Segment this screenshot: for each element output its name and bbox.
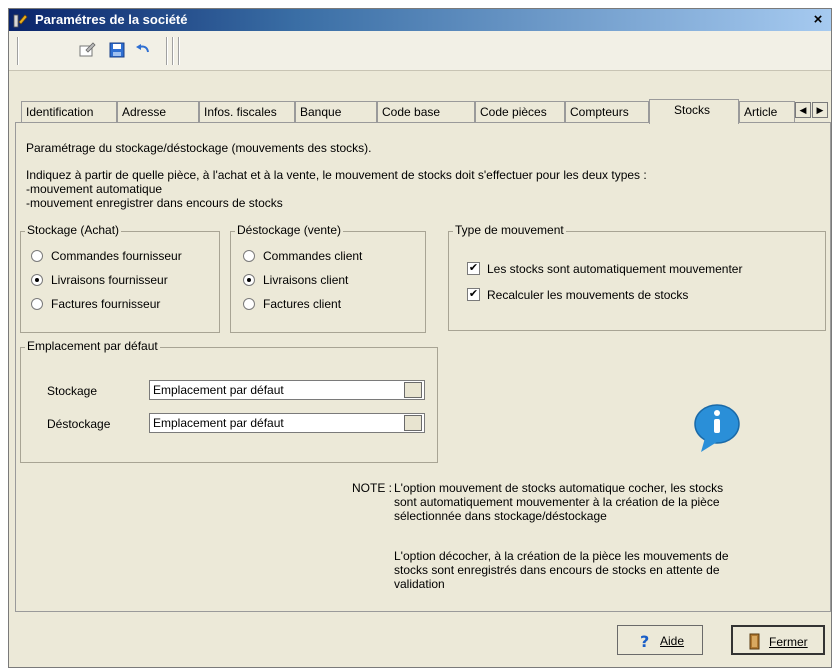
radio-factures-client[interactable] [243,298,255,310]
note-line: sont automatiquement mouvementer à la cr… [394,495,720,509]
radio-commandes-fournisseur[interactable] [31,250,43,262]
radio-label: Commandes fournisseur [51,249,182,263]
stockage-label: Stockage [47,384,98,398]
instruction-text: -mouvement automatique [26,182,163,196]
radio-label: Livraisons client [263,273,349,287]
tab-scroll-left-icon[interactable]: ◀ [795,102,811,118]
radio-factures-fournisseur[interactable] [31,298,43,310]
radio-livraisons-fournisseur[interactable] [31,274,43,286]
tab-code-base[interactable]: Code base [377,101,475,123]
note-line: L'option mouvement de stocks automatique… [394,481,724,495]
tab-adresse[interactable]: Adresse [117,101,199,123]
type-mouvement-group: Type de mouvement ✔ Les stocks sont auto… [448,223,826,331]
toolbar-separator [178,37,180,65]
close-dialog-button[interactable]: Fermer [731,625,825,655]
checkbox-auto-mouvement[interactable]: ✔ [467,262,480,275]
toolbar-separator [172,37,174,65]
destockage-group-title: Déstockage (vente) [235,223,344,237]
tab-banque[interactable]: Banque [295,101,377,123]
stockage-location-field[interactable]: Emplacement par défaut [149,380,425,400]
emplacement-group-title: Emplacement par défaut [25,339,160,353]
checkbox-recalculer[interactable]: ✔ [467,288,480,301]
tab-identification[interactable]: Identification [21,101,117,123]
toolbar-separator [166,37,168,65]
info-icon [694,404,740,452]
tab-article[interactable]: Article [739,101,795,123]
radio-label: Factures fournisseur [51,297,161,311]
toolbar [9,31,831,71]
help-button[interactable]: ? Aide [617,625,703,655]
radio-label: Factures client [263,297,342,311]
tab-scroll-right-icon[interactable]: ▶ [812,102,828,118]
close-button[interactable]: × [809,11,827,29]
help-label: Aide [660,634,685,648]
radio-label: Livraisons fournisseur [51,273,168,287]
type-mouvement-group-title: Type de mouvement [453,223,566,237]
browse-icon[interactable] [404,382,422,398]
stockage-group-title: Stockage (Achat) [25,223,122,237]
undo-icon[interactable] [133,40,153,60]
note-line: validation [394,577,445,591]
radio-commandes-client[interactable] [243,250,255,262]
destockage-location-value: Emplacement par défaut [153,416,284,430]
checkbox-label: Recalculer les mouvements de stocks [487,288,689,302]
stockage-group: Stockage (Achat) Commandes fournisseur L… [20,223,220,333]
exit-door-icon [749,633,760,650]
window-title: Paramétres de la société [35,12,188,27]
note-line: L'option décocher, à la création de la p… [394,549,729,563]
instruction-text: Indiquez à partir de quelle pièce, à l'a… [26,168,647,182]
intro-text: Paramétrage du stockage/déstockage (mouv… [26,141,372,155]
emplacement-group: Emplacement par défaut Stockage Emplacem… [20,339,438,463]
close-label: Fermer [769,635,808,649]
browse-icon[interactable] [404,415,422,431]
settings-window: Paramétres de la société × Identificatio… [8,8,832,668]
note-line: stocks sont enregistrés dans encours de … [394,563,720,577]
destockage-label: Déstockage [47,417,111,431]
radio-label: Commandes client [263,249,363,263]
note-line: sélectionnée dans stockage/déstockage [394,509,607,523]
stockage-location-value: Emplacement par défaut [153,383,284,397]
tab-stocks[interactable]: Stocks [649,99,739,124]
tab-code-pieces[interactable]: Code pièces [475,101,565,123]
help-icon: ? [640,632,649,650]
toolbar-separator [17,37,19,65]
tab-infos-fiscales[interactable]: Infos. fiscales [199,101,295,123]
stocks-panel: Paramétrage du stockage/déstockage (mouv… [15,122,831,612]
note-prefix: NOTE : [352,481,393,495]
tab-strip: Identification Adresse Infos. fiscales B… [15,99,831,124]
app-icon [13,14,28,28]
save-icon[interactable] [107,40,127,60]
destockage-group: Déstockage (vente) Commandes client Livr… [230,223,426,333]
edit-icon[interactable] [77,40,97,60]
destockage-location-field[interactable]: Emplacement par défaut [149,413,425,433]
radio-livraisons-client[interactable] [243,274,255,286]
title-bar[interactable]: Paramétres de la société × [9,9,831,31]
tab-compteurs[interactable]: Compteurs [565,101,649,123]
svg-text:?: ? [640,632,649,650]
checkbox-label: Les stocks sont automatiquement mouvemen… [487,262,743,276]
instruction-text: -mouvement enregistrer dans encours de s… [26,196,283,210]
